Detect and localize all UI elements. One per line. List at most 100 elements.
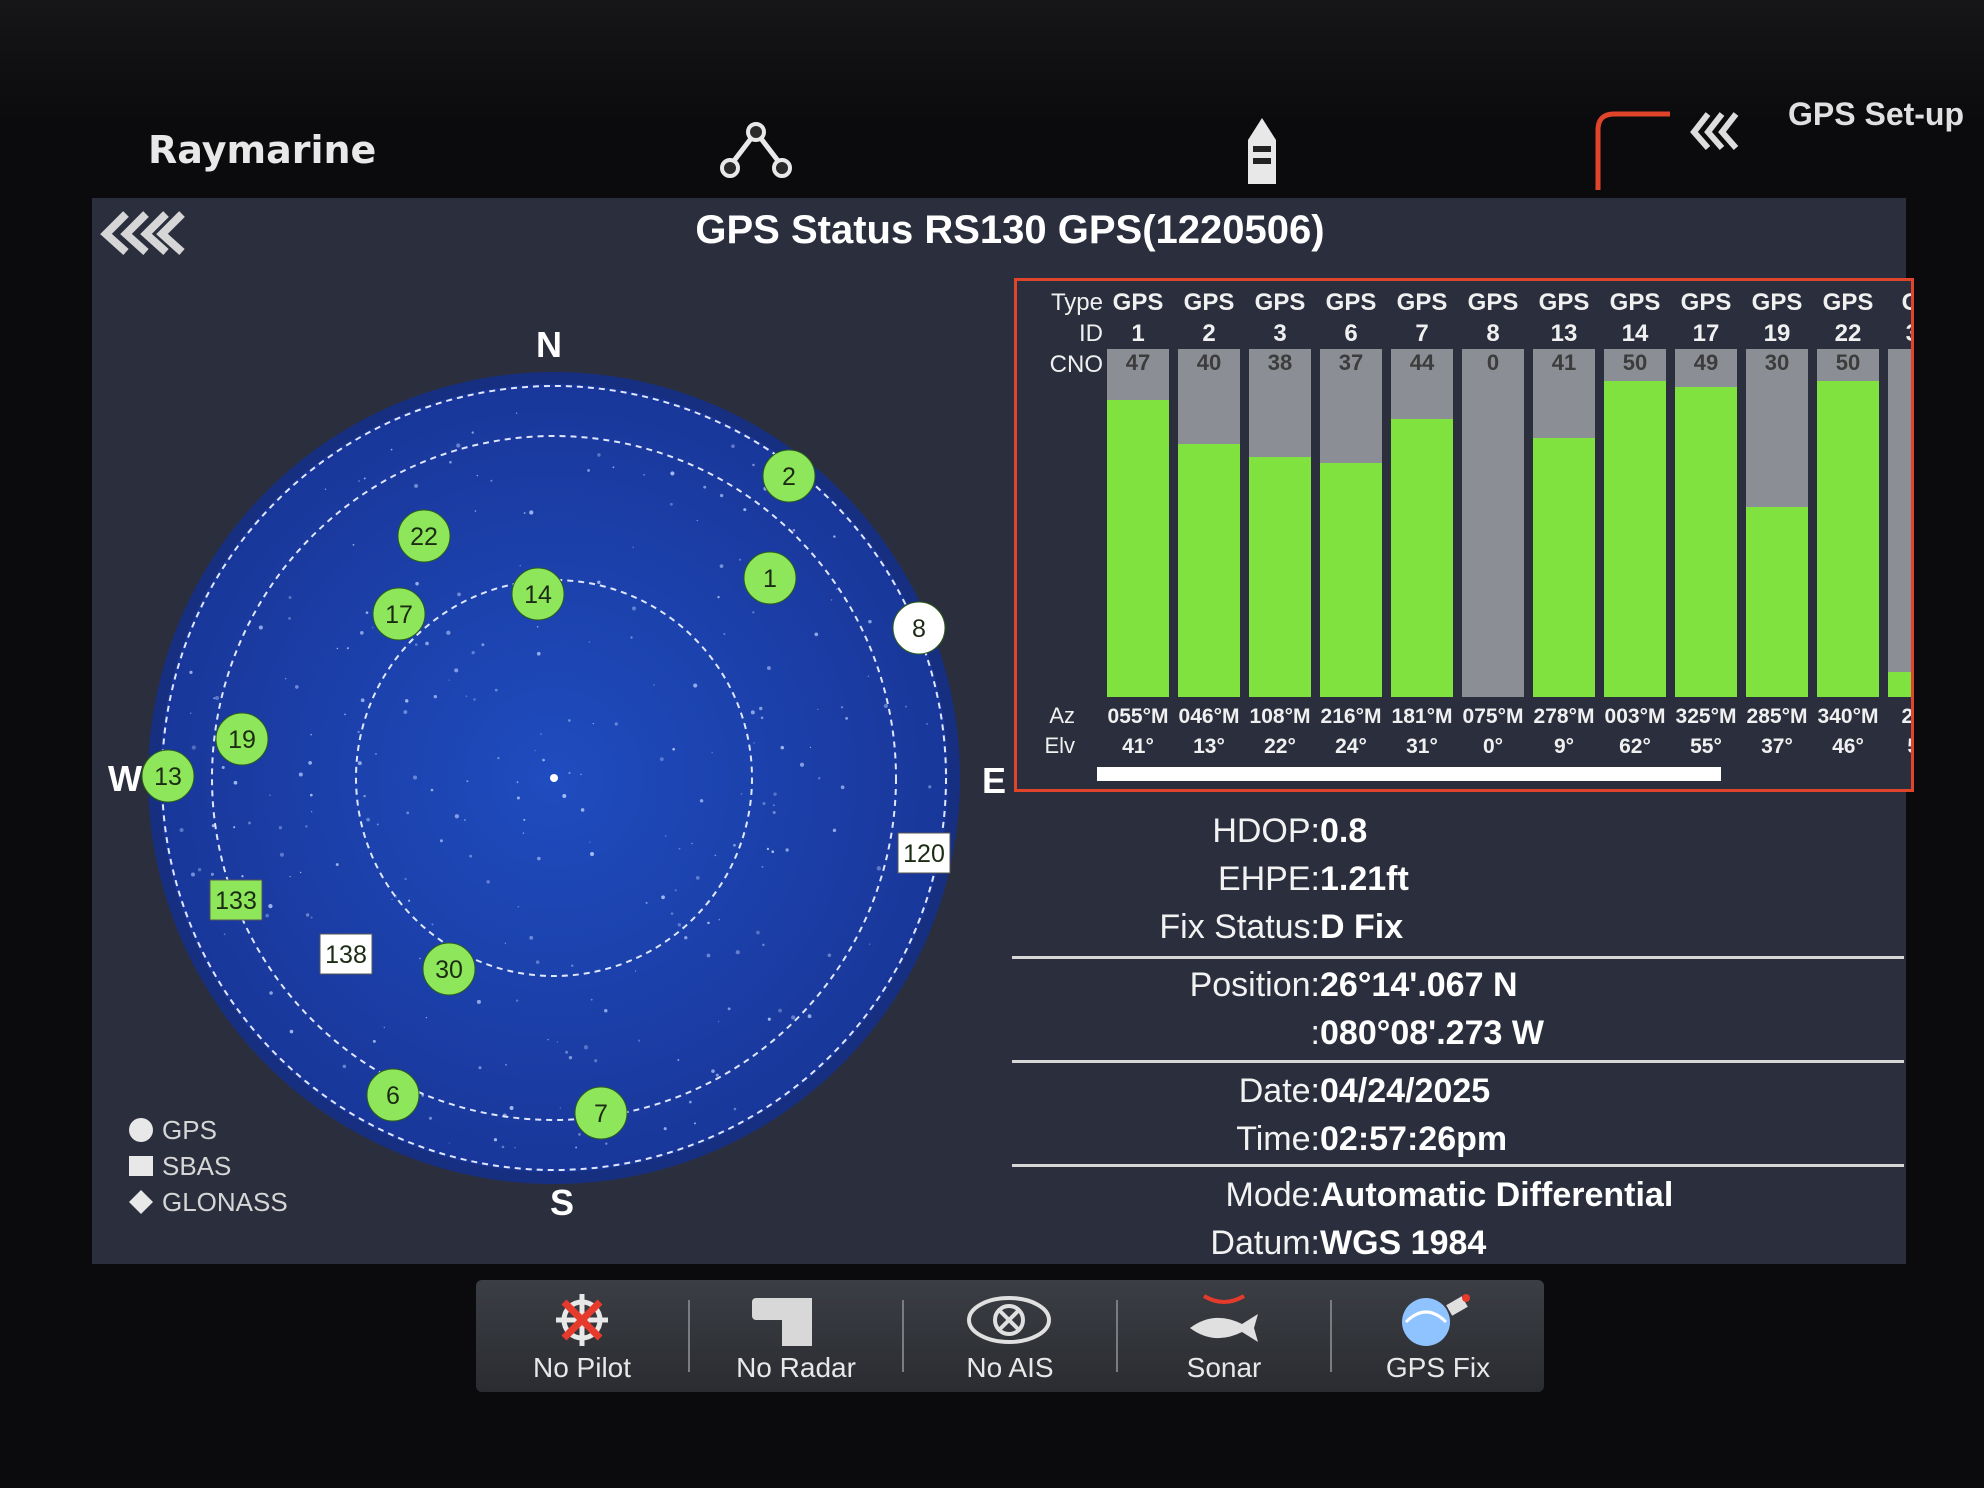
signal-column: GPS 22 xyxy=(1813,287,1883,349)
vessel-icon[interactable] xyxy=(1244,116,1280,188)
elevation-value: 46° xyxy=(1832,735,1864,758)
satellite-marker[interactable]: 14 xyxy=(511,567,565,621)
row-label-az: Az xyxy=(1049,703,1075,728)
satellite-legend: GPS SBAS GLONASS xyxy=(128,1112,288,1220)
azimuth-value: 278°M xyxy=(1533,705,1595,728)
status-bar: No Pilot No Radar No AIS Sonar GPS Fix xyxy=(476,1280,1544,1392)
glonass-diamond-icon xyxy=(129,1190,153,1214)
datum-label: Datum: xyxy=(1210,1224,1320,1262)
signal-row-labels: Type ID CNO xyxy=(1023,287,1103,380)
satellite-marker[interactable]: 2 xyxy=(762,449,816,503)
date-label: Date: xyxy=(1238,1072,1320,1110)
cno-value: 4 xyxy=(1888,349,1911,377)
ehpe-label: EHPE: xyxy=(1217,860,1320,898)
satellite-marker[interactable]: 138 xyxy=(319,933,373,975)
satellite-marker[interactable]: 8 xyxy=(892,601,946,655)
legend-sbas: SBAS xyxy=(128,1148,288,1184)
page-title: GPS Status RS130 GPS(1220506) xyxy=(695,208,1325,252)
azimuth-value: 055°M xyxy=(1107,705,1169,728)
gps-fix-status-button[interactable]: GPS Fix xyxy=(1332,1280,1544,1392)
satellite-marker[interactable]: 17 xyxy=(372,587,426,641)
signal-bar: 41 xyxy=(1533,349,1595,697)
cno-value: 47 xyxy=(1125,350,1151,375)
satellite-marker[interactable]: 7 xyxy=(574,1086,628,1140)
satellite-marker[interactable]: 19 xyxy=(215,712,269,766)
signal-bar: 50 xyxy=(1817,349,1879,697)
gps-setup-label[interactable]: GPS Set-up xyxy=(1788,96,1964,133)
zenith-dot xyxy=(550,774,558,782)
signal-table-scrollbar[interactable] xyxy=(1097,767,1721,781)
sat-type: GPS xyxy=(1680,289,1732,316)
satellite-marker[interactable]: 133 xyxy=(209,879,263,921)
satellite-marker[interactable]: 13 xyxy=(141,749,195,803)
signal-bar-fill xyxy=(1675,387,1737,697)
signal-bar-fill xyxy=(1746,507,1808,697)
ehpe-value: 1.21ft xyxy=(1320,860,1409,898)
signal-bar: 40 xyxy=(1178,349,1240,697)
signal-bar: 47 xyxy=(1107,349,1169,697)
sat-id: 14 xyxy=(1621,320,1649,347)
signal-bar-fill xyxy=(1604,381,1666,697)
satellite-marker[interactable]: 30 xyxy=(422,942,476,996)
ais-status-button[interactable]: No AIS xyxy=(904,1280,1116,1392)
satellite-marker[interactable]: 120 xyxy=(897,832,951,874)
azimuth-value: 285°M xyxy=(1746,705,1808,728)
sat-id: 17 xyxy=(1692,320,1720,347)
azimuth-value: 218 xyxy=(1901,705,1914,728)
ais-status-label: No AIS xyxy=(966,1352,1054,1383)
satellite-marker[interactable]: 1 xyxy=(743,551,797,605)
sat-id: 19 xyxy=(1763,320,1791,347)
sat-type: GPS xyxy=(1183,289,1235,316)
waypoints-icon[interactable] xyxy=(714,120,798,184)
azimuth-value: 325°M xyxy=(1675,705,1737,728)
satellite-id: 133 xyxy=(215,887,257,915)
brand-logo: Raymarine xyxy=(148,128,377,172)
sat-id: 2 xyxy=(1202,320,1216,347)
cno-value: 40 xyxy=(1196,350,1222,375)
sat-id: 13 xyxy=(1550,320,1578,347)
radar-status-button[interactable]: No Radar xyxy=(690,1280,902,1392)
signal-bar: 50 xyxy=(1604,349,1666,697)
info-divider xyxy=(1012,1060,1904,1063)
signal-column: GPS 14 xyxy=(1600,287,1670,349)
sat-type: GPS xyxy=(1467,289,1519,316)
cno-value: 50 xyxy=(1622,350,1648,375)
legend-sbas-label: SBAS xyxy=(162,1151,232,1181)
signal-bar: 49 xyxy=(1675,349,1737,697)
sat-type: GP xyxy=(1884,287,1911,318)
legend-glonass-label: GLONASS xyxy=(162,1187,288,1217)
mode-value: Automatic Differential xyxy=(1320,1176,1674,1214)
signal-column: GPS 2 xyxy=(1174,287,1244,349)
satellite-id: 138 xyxy=(325,941,367,969)
gps-fix-status-label: GPS Fix xyxy=(1385,1352,1491,1383)
azimuth-value: 075°M xyxy=(1462,705,1524,728)
sat-type: GPS xyxy=(1112,289,1164,316)
sat-type: GPS xyxy=(1254,289,1306,316)
sonar-status-button[interactable]: Sonar xyxy=(1118,1280,1330,1392)
signal-bar: 4 xyxy=(1888,349,1911,697)
gps-circle-icon xyxy=(129,1118,153,1142)
cno-value: 37 xyxy=(1338,350,1364,375)
elevation-value: 13° xyxy=(1193,735,1225,758)
azimuth-value: 046°M xyxy=(1178,705,1240,728)
cno-value: 49 xyxy=(1693,350,1719,375)
satellite-marker[interactable]: 22 xyxy=(397,509,451,563)
datum-value: WGS 1984 xyxy=(1320,1224,1487,1262)
signal-column: GPS 3 xyxy=(1245,287,1315,349)
satellite-id: 30 xyxy=(435,956,463,984)
legend-glonass: GLONASS xyxy=(128,1184,288,1220)
elevation-value: 22° xyxy=(1264,735,1296,758)
compass-west: W xyxy=(108,758,142,799)
elevation-value: 31° xyxy=(1406,735,1438,758)
sonar-fish-icon xyxy=(1190,1294,1258,1342)
gps-fix-icon xyxy=(1402,1294,1470,1346)
azimuth-value: 216°M xyxy=(1320,705,1382,728)
signal-bar: 38 xyxy=(1249,349,1311,697)
sat-id: 6 xyxy=(1344,320,1358,347)
signal-strength-panel[interactable]: Type ID CNO Az Elv GPS 1 47 055°M 41° GPS 2 40 0… xyxy=(1014,278,1914,792)
signal-column: GPS 13 xyxy=(1529,287,1599,349)
azimuth-value: 003°M xyxy=(1604,705,1666,728)
signal-bar: 44 xyxy=(1391,349,1453,697)
pilot-status-button[interactable]: No Pilot xyxy=(476,1280,688,1392)
satellite-marker[interactable]: 6 xyxy=(366,1068,420,1122)
